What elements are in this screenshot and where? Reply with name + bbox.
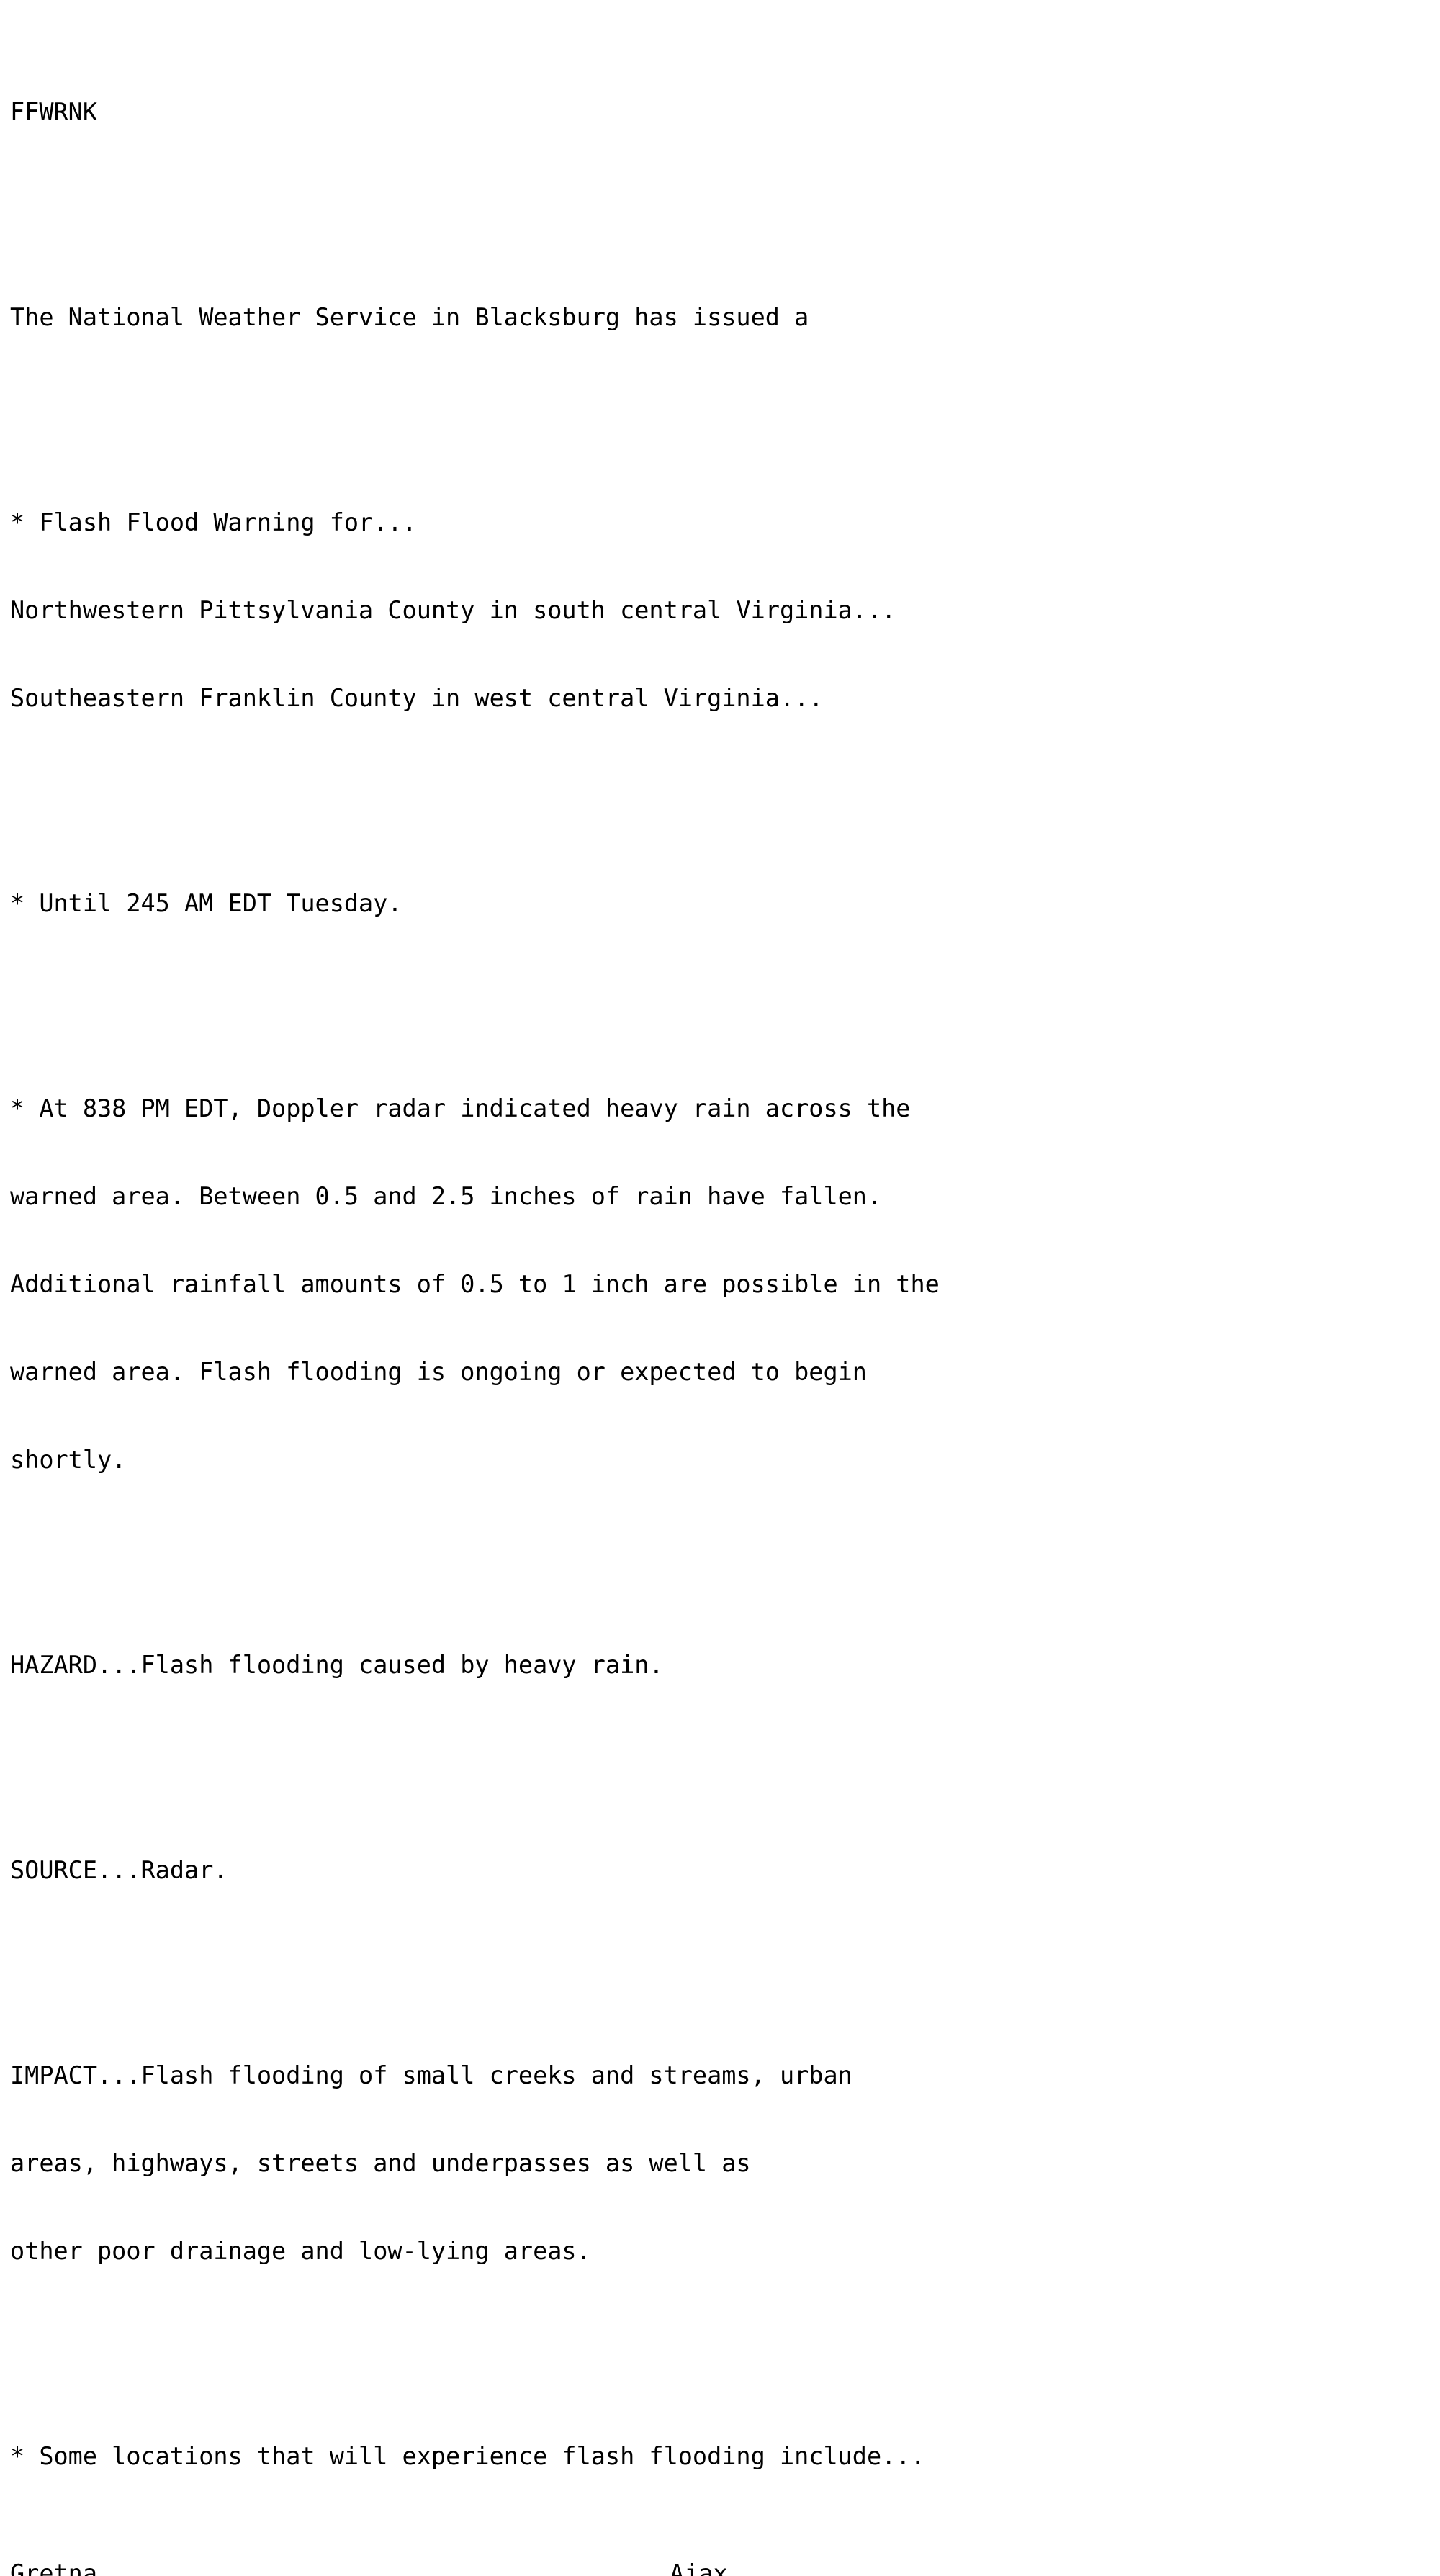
product-identifier: FFWRNK [10, 98, 98, 127]
warning-headline: * Flash Flood Warning for... [10, 508, 417, 536]
hazard-line: HAZARD...Flash flooding caused by heavy … [10, 1651, 664, 1680]
impact-line: areas, highways, streets and underpasses… [10, 2149, 751, 2177]
warned-area-line: Northwestern Pittsylvania County in sout… [10, 595, 896, 624]
discussion-line: warned area. Between 0.5 and 2.5 inches … [10, 1181, 882, 1210]
impact-line: IMPACT...Flash flooding of small creeks … [10, 2061, 852, 2089]
discussion-line: shortly. [10, 1446, 127, 1474]
impact-line: other poor drainage and low-lying areas. [10, 2237, 591, 2266]
warned-area-line: Southeastern Franklin County in west cen… [10, 684, 824, 713]
discussion-line: Additional rainfall amounts of 0.5 to 1 … [10, 1270, 940, 1299]
issuing-office-line: The National Weather Service in Blacksbu… [10, 303, 809, 331]
location-row: Gretna... Ajax... [10, 2559, 1440, 2576]
discussion-line: * At 838 PM EDT, Doppler radar indicated… [10, 1094, 911, 1122]
discussion-line: warned area. Flash flooding is ongoing o… [10, 1358, 867, 1387]
source-line: SOURCE...Radar. [10, 1856, 228, 1885]
locations-headline: * Some locations that will experience fl… [10, 2441, 925, 2470]
weather-bulletin-text: FFWRNK The National Weather Service in B… [0, 0, 1440, 2576]
expiration-line: * Until 245 AM EDT Tuesday. [10, 888, 402, 917]
location-name: Ajax... [670, 2559, 772, 2576]
location-name: Gretna... [10, 2559, 141, 2576]
